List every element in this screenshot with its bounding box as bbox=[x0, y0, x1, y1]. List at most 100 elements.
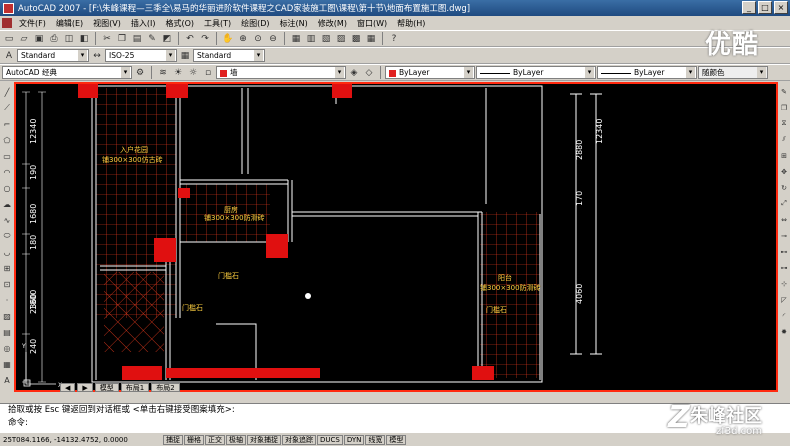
polyline-icon[interactable]: ⌐ bbox=[1, 118, 13, 130]
move-icon[interactable]: ✥ bbox=[779, 166, 790, 177]
break-icon[interactable]: ⊶ bbox=[779, 262, 790, 273]
offset-icon[interactable]: ⫽ bbox=[779, 134, 790, 145]
markup-icon[interactable]: ▩ bbox=[349, 32, 363, 46]
fillet-icon[interactable]: ◜ bbox=[779, 310, 790, 321]
table-style-select[interactable]: Standard bbox=[193, 49, 265, 62]
sheet-set-icon[interactable]: ▨ bbox=[334, 32, 348, 46]
ellipse-arc-icon[interactable]: ◡ bbox=[1, 246, 13, 258]
text-style-icon[interactable]: A bbox=[2, 49, 16, 63]
properties-icon[interactable]: ▦ bbox=[289, 32, 303, 46]
match-properties-icon[interactable]: ✎ bbox=[145, 32, 159, 46]
make-block-icon[interactable]: ⊡ bbox=[1, 278, 13, 290]
menu-window[interactable]: 窗口(W) bbox=[352, 18, 392, 29]
polar-toggle[interactable]: 极轴 bbox=[226, 435, 246, 445]
rectangle-icon[interactable]: ▭ bbox=[1, 150, 13, 162]
dim-style-icon[interactable]: ↔ bbox=[90, 49, 104, 63]
ellipse-icon[interactable]: ⬭ bbox=[1, 230, 13, 242]
calculator-icon[interactable]: ▦ bbox=[364, 32, 378, 46]
save-icon[interactable]: ▣ bbox=[32, 32, 46, 46]
table-style-icon[interactable]: ▦ bbox=[178, 49, 192, 63]
color-select[interactable]: ByLayer bbox=[385, 66, 475, 79]
explode-icon[interactable]: ✸ bbox=[779, 326, 790, 337]
table-icon[interactable]: ▦ bbox=[1, 358, 13, 370]
menu-modify[interactable]: 修改(M) bbox=[313, 18, 352, 29]
print-icon[interactable]: ⎙ bbox=[47, 32, 61, 46]
cut-icon[interactable]: ✂ bbox=[100, 32, 114, 46]
menu-edit[interactable]: 编辑(E) bbox=[51, 18, 88, 29]
text-style-select[interactable]: Standard bbox=[17, 49, 89, 62]
erase-icon[interactable]: ✎ bbox=[779, 86, 790, 97]
lineweight-toggle[interactable]: 线宽 bbox=[365, 435, 386, 445]
layer-manager-icon[interactable]: ≋ bbox=[156, 66, 170, 80]
construction-line-icon[interactable]: ⟋ bbox=[1, 102, 13, 114]
autocad-app-icon[interactable] bbox=[3, 2, 14, 14]
osnap-toggle[interactable]: 对象捕捉 bbox=[247, 435, 281, 445]
dim-style-select[interactable]: ISO-25 bbox=[105, 49, 177, 62]
undo-icon[interactable]: ↶ bbox=[183, 32, 197, 46]
zoom-previous-icon[interactable]: ⊖ bbox=[266, 32, 280, 46]
layer-on-lightbulb-icon[interactable]: ☀ bbox=[171, 66, 185, 80]
tab-scroll-right[interactable]: ▶ bbox=[77, 383, 93, 392]
stretch-icon[interactable]: ⇔ bbox=[779, 214, 790, 225]
make-current-layer-icon[interactable]: ◈ bbox=[347, 66, 361, 80]
copy-object-icon[interactable]: ❐ bbox=[779, 102, 790, 113]
menu-dimension[interactable]: 标注(N) bbox=[275, 18, 313, 29]
mirror-icon[interactable]: ⧖ bbox=[779, 118, 790, 129]
array-icon[interactable]: ⊞ bbox=[779, 150, 790, 161]
workspace-settings-icon[interactable]: ⚙ bbox=[133, 66, 147, 80]
zoom-realtime-icon[interactable]: ⊕ bbox=[236, 32, 250, 46]
preview-icon[interactable]: ◫ bbox=[62, 32, 76, 46]
paste-icon[interactable]: ▤ bbox=[130, 32, 144, 46]
drawing-canvas[interactable]: 入户花园 铺300×300仿古砖 厨房 铺300×300防滑砖 阳台 铺300×… bbox=[14, 82, 778, 392]
layer-lock-icon[interactable]: ▫ bbox=[201, 66, 215, 80]
circle-icon[interactable]: ○ bbox=[1, 182, 13, 194]
publish-icon[interactable]: ◧ bbox=[77, 32, 91, 46]
menu-tools[interactable]: 工具(T) bbox=[199, 18, 236, 29]
trim-icon[interactable]: ⊸ bbox=[779, 230, 790, 241]
open-folder-icon[interactable]: ▱ bbox=[17, 32, 31, 46]
menu-draw[interactable]: 绘图(D) bbox=[236, 18, 274, 29]
layer-select[interactable]: 墙 bbox=[216, 66, 346, 79]
tab-layout1[interactable]: 布局1 bbox=[120, 383, 150, 392]
copy-icon[interactable]: ❐ bbox=[115, 32, 129, 46]
arc-icon[interactable]: ◠ bbox=[1, 166, 13, 178]
layer-freeze-icon[interactable]: ☼ bbox=[186, 66, 200, 80]
line-icon[interactable]: ╱ bbox=[1, 86, 13, 98]
redo-icon[interactable]: ↷ bbox=[198, 32, 212, 46]
chamfer-icon[interactable]: ◸ bbox=[779, 294, 790, 305]
insert-block-icon[interactable]: ⊞ bbox=[1, 262, 13, 274]
linetype-select[interactable]: ByLayer bbox=[476, 66, 596, 79]
tab-layout2[interactable]: 布局2 bbox=[151, 383, 180, 392]
lineweight-select[interactable]: ByLayer bbox=[597, 66, 697, 79]
menu-format[interactable]: 格式(O) bbox=[160, 18, 199, 29]
dyn-toggle[interactable]: DYN bbox=[343, 435, 365, 445]
minimize-button[interactable]: _ bbox=[742, 1, 756, 14]
help-icon[interactable]: ? bbox=[387, 32, 401, 46]
otrack-toggle[interactable]: 对象追踪 bbox=[282, 435, 316, 445]
ortho-toggle[interactable]: 正交 bbox=[205, 435, 225, 445]
hatch-icon[interactable]: ▨ bbox=[1, 310, 13, 322]
menu-insert[interactable]: 插入(I) bbox=[126, 18, 161, 29]
tab-scroll-left[interactable]: ◀ bbox=[60, 383, 76, 392]
mtext-icon[interactable]: A bbox=[1, 374, 13, 386]
tab-model[interactable]: 模型 bbox=[94, 383, 119, 392]
zoom-window-icon[interactable]: ⊙ bbox=[251, 32, 265, 46]
close-button[interactable]: × bbox=[774, 1, 788, 14]
document-icon[interactable] bbox=[2, 18, 12, 28]
maximize-button[interactable]: □ bbox=[758, 1, 772, 14]
design-center-icon[interactable]: ▥ bbox=[304, 32, 318, 46]
polygon-icon[interactable]: ⬠ bbox=[1, 134, 13, 146]
extend-icon[interactable]: ⊷ bbox=[779, 246, 790, 257]
gradient-icon[interactable]: ▤ bbox=[1, 326, 13, 338]
menu-file[interactable]: 文件(F) bbox=[14, 18, 51, 29]
new-file-icon[interactable]: ▭ bbox=[2, 32, 16, 46]
join-icon[interactable]: ⊹ bbox=[779, 278, 790, 289]
model-toggle[interactable]: 模型 bbox=[386, 435, 407, 445]
spline-icon[interactable]: ∿ bbox=[1, 214, 13, 226]
tool-palettes-icon[interactable]: ▧ bbox=[319, 32, 333, 46]
revision-cloud-icon[interactable]: ☁ bbox=[1, 198, 13, 210]
point-icon[interactable]: · bbox=[1, 294, 13, 306]
plotstyle-select[interactable]: 随颜色 bbox=[698, 66, 768, 79]
block-editor-icon[interactable]: ◩ bbox=[160, 32, 174, 46]
menu-view[interactable]: 视图(V) bbox=[88, 18, 126, 29]
